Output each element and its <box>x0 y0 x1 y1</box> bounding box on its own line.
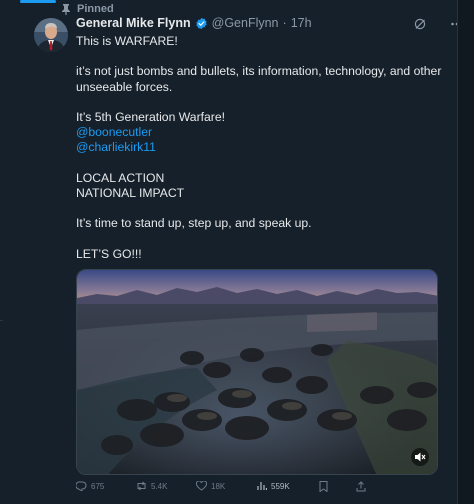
post-line: NATIONAL IMPACT <box>76 185 185 200</box>
post-line: it’s not just bombs and bullets, its inf… <box>76 64 442 94</box>
post-header: General Mike Flynn @GenFlynn · 17h <box>76 16 434 30</box>
tab-indicator <box>20 0 56 3</box>
divider <box>0 320 3 321</box>
repost-count: 5.4K <box>151 481 168 491</box>
separator-dot: · <box>282 16 287 30</box>
mention-link[interactable]: @boonecutler <box>76 125 446 140</box>
author-handle[interactable]: @GenFlynn <box>212 16 279 30</box>
mention-link[interactable]: @charliekirk11 <box>76 140 446 155</box>
post-line: LET’S GO!!! <box>76 246 142 261</box>
post-line: This is WARFARE! <box>76 34 178 48</box>
like-count: 18K <box>211 481 226 491</box>
avatar[interactable] <box>34 18 68 52</box>
pinned-indicator: Pinned <box>61 3 114 15</box>
reply-count: 675 <box>91 481 105 491</box>
video-frame <box>77 270 437 474</box>
post-line: It’s 5th Generation Warfare! <box>76 109 226 124</box>
like-button[interactable]: 18K <box>196 481 225 491</box>
repost-button[interactable]: 5.4K <box>136 481 167 491</box>
video-player[interactable] <box>76 269 438 475</box>
reply-button[interactable]: 675 <box>76 481 104 491</box>
pinned-label: Pinned <box>77 3 114 15</box>
share-button[interactable] <box>356 481 366 492</box>
pin-icon <box>61 3 71 15</box>
post-text: This is WARFARE! it’s not just bombs and… <box>76 34 446 262</box>
mute-icon[interactable] <box>411 448 429 466</box>
repost-icon <box>136 481 147 491</box>
share-icon <box>356 481 366 492</box>
like-icon <box>196 481 207 491</box>
grok-icon[interactable] <box>414 17 426 35</box>
verified-badge-icon[interactable] <box>195 17 208 30</box>
reply-icon <box>76 481 87 491</box>
bookmark-icon <box>319 481 328 492</box>
bookmark-button[interactable] <box>319 481 328 492</box>
post-timestamp[interactable]: 17h <box>291 16 312 30</box>
action-bar: 675 5.4K 18K 559K <box>76 481 438 497</box>
post-line: It’s time to stand up, step up, and spea… <box>76 216 312 231</box>
views-count: 559K <box>271 481 290 491</box>
author-name[interactable]: General Mike Flynn <box>76 16 191 30</box>
views-button[interactable]: 559K <box>257 481 290 491</box>
post-line: LOCAL ACTION <box>76 170 165 185</box>
scrollbar[interactable] <box>457 0 474 504</box>
views-icon <box>257 481 267 491</box>
